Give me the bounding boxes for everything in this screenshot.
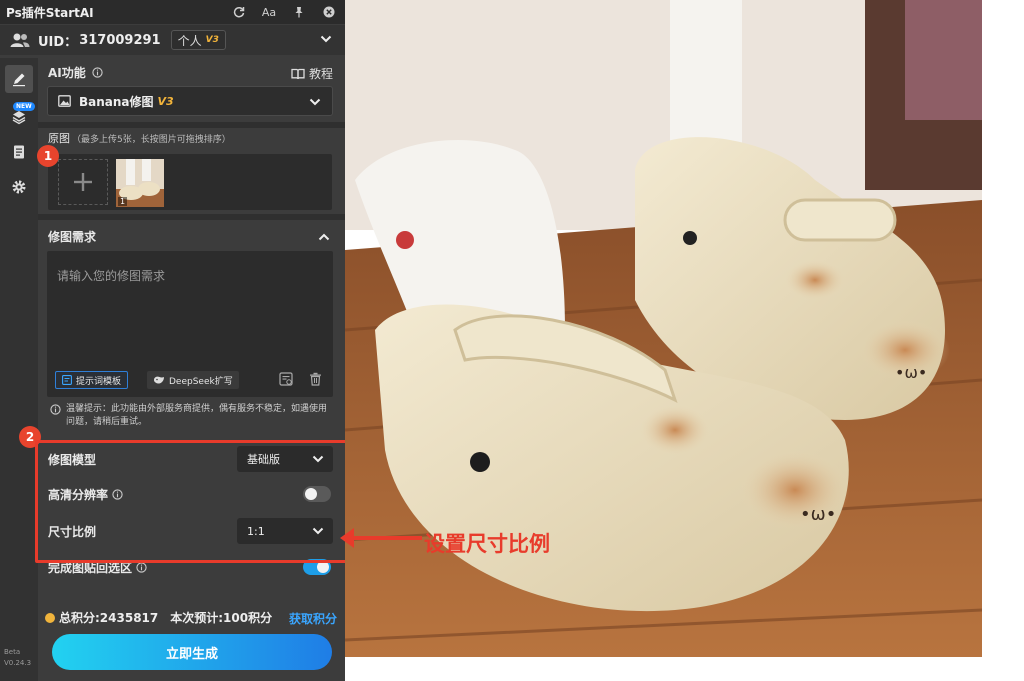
add-image-button[interactable] bbox=[58, 159, 108, 205]
history-icon[interactable] bbox=[279, 372, 293, 386]
pin-icon[interactable] bbox=[291, 3, 307, 21]
section-divider bbox=[38, 214, 345, 220]
info-icon bbox=[50, 404, 61, 415]
users-icon bbox=[10, 33, 30, 47]
sidebar: NEW bbox=[0, 58, 38, 681]
sidebar-item-edit[interactable] bbox=[5, 65, 33, 93]
book-icon bbox=[291, 68, 305, 79]
slipper-photo: •ω• •ω• bbox=[345, 0, 982, 657]
plus-icon bbox=[74, 173, 92, 191]
brush-icon bbox=[13, 73, 25, 87]
document-image: •ω• •ω• bbox=[345, 0, 982, 657]
tier-badge: 个人 V3 bbox=[170, 30, 226, 50]
ai-section-label: AI功能 bbox=[48, 66, 86, 80]
annotation-label: 设置尺寸比例 bbox=[424, 532, 550, 556]
app-title: Ps插件StartAI bbox=[6, 5, 94, 20]
template-icon bbox=[62, 375, 72, 385]
notice-text: 温馨提示：此功能由外部服务商提供，偶有服务不稳定，如遇使用问题，请稍后重试。 bbox=[50, 403, 334, 429]
chevron-down-icon bbox=[309, 98, 321, 106]
ai-model-select[interactable]: Banana修图 V3 bbox=[47, 86, 333, 116]
step-badge-1: 1 bbox=[37, 145, 59, 167]
user-row[interactable]: UID： 317009291 个人 V3 bbox=[0, 25, 345, 55]
layers-icon bbox=[12, 111, 26, 125]
screen: Ps插件StartAI Aa UID： 317009291 个人 V3 NEW … bbox=[0, 0, 1024, 681]
upload-area: 1 bbox=[48, 154, 332, 210]
close-icon[interactable] bbox=[321, 3, 337, 21]
prompt-template-label: 提示词模板 bbox=[76, 376, 122, 387]
info-icon[interactable] bbox=[92, 67, 103, 78]
text-size-icon[interactable]: Aa bbox=[261, 3, 277, 21]
total-points: 总积分:2435817 bbox=[59, 611, 159, 625]
image-icon bbox=[58, 95, 71, 107]
info-icon[interactable] bbox=[136, 561, 147, 573]
deepseek-expand-label: DeepSeek扩写 bbox=[169, 376, 233, 387]
plugin-panel: Ps插件StartAI Aa UID： 317009291 个人 V3 NEW … bbox=[0, 0, 345, 681]
trash-icon[interactable] bbox=[309, 372, 322, 386]
notice-content: 温馨提示：此功能由外部服务商提供，偶有服务不稳定，如遇使用问题，请稍后重试。 bbox=[66, 404, 328, 427]
uid-label: UID： bbox=[38, 34, 78, 50]
uploaded-thumbnail[interactable]: 1 bbox=[116, 159, 164, 207]
arrow-annotation bbox=[340, 528, 422, 548]
deepseek-expand-button[interactable]: DeepSeek扩写 bbox=[147, 371, 239, 389]
request-textarea[interactable]: 请输入您的修图需求 提示词模板 DeepSeek扩写 bbox=[47, 251, 333, 397]
uid-value: 317009291 bbox=[79, 32, 161, 48]
chevron-down-icon[interactable] bbox=[319, 32, 333, 46]
get-points-link[interactable]: 获取积分 bbox=[289, 610, 337, 627]
refresh-icon[interactable] bbox=[231, 3, 247, 21]
coin-icon bbox=[45, 612, 55, 623]
chevron-up-icon[interactable] bbox=[317, 230, 331, 244]
request-title: 修图需求 bbox=[48, 230, 97, 244]
generate-button[interactable]: 立即生成 bbox=[52, 634, 332, 670]
svg-text:•ω•: •ω• bbox=[800, 504, 836, 525]
version-channel: Beta bbox=[4, 648, 21, 656]
sidebar-item-settings[interactable] bbox=[5, 173, 33, 201]
tier-version: V3 bbox=[205, 35, 219, 45]
model-version: V3 bbox=[157, 94, 174, 108]
estimated-points: 本次预计:100积分 bbox=[170, 611, 273, 625]
model-name: Banana修图 bbox=[79, 94, 154, 109]
request-placeholder: 请输入您的修图需求 bbox=[57, 269, 166, 283]
tutorial-link[interactable]: 教程 bbox=[291, 65, 333, 82]
original-title-label: 原图 bbox=[48, 132, 70, 145]
ai-section-title: AI功能 bbox=[48, 64, 103, 81]
document-icon bbox=[14, 145, 24, 159]
points-summary: 总积分:2435817 本次预计:100积分 bbox=[45, 609, 272, 626]
new-badge: NEW bbox=[13, 102, 35, 111]
version-info: Beta V0.24.3 bbox=[4, 647, 31, 669]
svg-text:•ω•: •ω• bbox=[895, 363, 927, 382]
sidebar-item-documents[interactable] bbox=[5, 138, 33, 166]
prompt-template-button[interactable]: 提示词模板 bbox=[55, 371, 129, 389]
photoshop-canvas: •ω• •ω• bbox=[345, 0, 1024, 681]
tutorial-label: 教程 bbox=[308, 67, 333, 81]
section-divider bbox=[38, 122, 345, 128]
title-bar: Ps插件StartAI Aa bbox=[0, 0, 345, 24]
original-image-title: 原图 （最多上传5张，长按图片可拖拽排序） bbox=[48, 130, 231, 146]
deepseek-icon bbox=[154, 376, 164, 384]
settings-icon bbox=[12, 180, 26, 194]
title-bar-actions: Aa bbox=[231, 3, 337, 21]
original-hint: （最多上传5张，长按图片可拖拽排序） bbox=[72, 135, 231, 145]
version-number: V0.24.3 bbox=[4, 659, 32, 667]
tier-label: 个人 bbox=[177, 33, 202, 48]
highlight-box bbox=[35, 440, 353, 563]
thumbnail-index: 1 bbox=[118, 197, 128, 206]
